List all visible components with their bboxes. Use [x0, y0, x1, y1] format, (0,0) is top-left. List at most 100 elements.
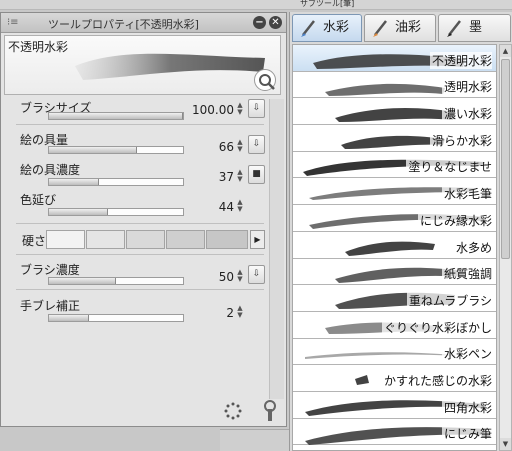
brush-density-slider[interactable] [48, 277, 184, 285]
brush-name: ぐりぐり水彩ぼかし [381, 318, 492, 336]
brush-preview: 不透明水彩 [4, 35, 281, 95]
brush-item[interactable]: 透明水彩 [293, 71, 496, 99]
spin-down[interactable]: ▼ [236, 146, 244, 153]
layer-panel-strip [220, 429, 289, 451]
color-stretch-value[interactable]: 44 [174, 200, 234, 214]
brush-name: 透明水彩 [441, 78, 492, 96]
top-toolbar-strip: サブツール[筆] [0, 0, 512, 10]
brush-name: かすれた感じの水彩 [381, 371, 492, 389]
preview-settings-icon[interactable] [254, 69, 276, 91]
hardness-label: 硬さ [22, 234, 47, 248]
slider-fill [49, 278, 116, 284]
hardness-expand-button[interactable]: ▶ [250, 230, 265, 249]
pressure-settings-button[interactable]: ⇩ [248, 99, 265, 118]
divider [16, 254, 264, 255]
tool-property-panel: ⁝≡ ツールプロパティ[不透明水彩] − ✕ 不透明水彩 ブラシサイズ 100.… [0, 12, 287, 427]
scroll-thumb[interactable] [501, 59, 510, 259]
brush-item[interactable]: 不透明水彩 [293, 45, 496, 72]
brush-list-scrollbar[interactable]: ▲ ▼ [499, 44, 512, 451]
spin-down[interactable]: ▼ [236, 276, 244, 283]
brush-name: 紙質強調 [441, 265, 492, 283]
paint-density-value[interactable]: 37 [174, 170, 234, 184]
brush-name: にじみ筆 [441, 425, 492, 443]
spin-down[interactable]: ▼ [236, 206, 244, 213]
brush-item[interactable]: 水多め [293, 231, 496, 259]
subtool-tab-label[interactable]: サブツール[筆] [300, 0, 420, 8]
brush-name: にじみ縁水彩 [417, 211, 492, 229]
hardness-level-2[interactable] [86, 230, 125, 249]
divider [16, 124, 264, 125]
brush-item[interactable]: 濃い水彩 [293, 98, 496, 126]
brush-list: 不透明水彩透明水彩濃い水彩滑らか水彩塗り＆なじませ水彩毛筆にじみ縁水彩水多め紙質… [292, 44, 497, 451]
brush-size-value[interactable]: 100.00 [174, 103, 234, 117]
preview-brush-name: 不透明水彩 [8, 40, 69, 54]
brush-item[interactable]: 滑らか水彩 [293, 125, 496, 152]
brush-item[interactable]: ぐりぐり水彩ぼかし [293, 311, 496, 339]
oil-brush-icon [373, 20, 387, 37]
stabilization-slider[interactable] [48, 314, 184, 322]
divider [16, 289, 264, 290]
tab-oil[interactable]: 油彩 [364, 14, 436, 42]
subtool-brush-panel: 水彩 油彩 墨 不透明水彩透明水彩濃い水彩滑らか水彩塗り＆なじませ水彩毛筆にじみ… [289, 12, 512, 451]
slider-fill [49, 315, 90, 321]
mode-square-button[interactable]: ■ [248, 165, 265, 184]
scroll-down-button[interactable]: ▼ [500, 438, 511, 450]
prop-label: 絵の具濃度 [20, 163, 81, 177]
stabilization-value[interactable]: 2 [174, 306, 234, 320]
paint-amount-slider[interactable] [48, 146, 184, 154]
tab-label: 油彩 [395, 20, 422, 35]
pressure-settings-button[interactable]: ⇩ [248, 135, 265, 154]
brush-item[interactable]: にじみ筆 [293, 418, 496, 446]
tool-property-scrollbar[interactable] [269, 99, 284, 399]
brush-item[interactable]: 塗り＆なじませ [293, 151, 496, 179]
spin-down[interactable]: ▼ [236, 312, 244, 319]
brush-item[interactable]: かすれた感じの水彩 [293, 365, 496, 392]
brush-item[interactable]: 水彩毛筆 [293, 178, 496, 206]
brush-name: 不透明水彩 [429, 51, 492, 69]
initial-settings-icon[interactable] [224, 402, 242, 420]
brush-name: 水彩毛筆 [441, 185, 492, 203]
prop-label: ブラシ濃度 [20, 263, 80, 277]
tool-property-titlebar[interactable]: ⁝≡ ツールプロパティ[不透明水彩] − ✕ [1, 13, 286, 33]
tool-property-title: ツールプロパティ[不透明水彩] [48, 18, 199, 31]
wrench-icon[interactable] [262, 400, 278, 422]
ink-brush-icon [447, 20, 461, 37]
brush-density-value[interactable]: 50 [174, 270, 234, 284]
brush-name: 水彩ペン [441, 345, 492, 363]
tab-ink[interactable]: 墨 [438, 14, 511, 42]
slider-fill [49, 209, 108, 215]
brush-name: 重ねムラブラシ [406, 291, 492, 309]
divider [16, 223, 264, 224]
brush-item[interactable]: にじみ縁水彩 [293, 205, 496, 232]
brush-item[interactable]: 紙質強調 [293, 258, 496, 286]
brush-size-slider[interactable] [48, 112, 184, 120]
paint-amount-value[interactable]: 66 [174, 140, 234, 154]
hardness-level-3[interactable] [126, 230, 165, 249]
brush-name: 濃い水彩 [441, 105, 492, 123]
prop-label: 手ブレ補正 [20, 299, 81, 313]
spin-down[interactable]: ▼ [236, 176, 244, 183]
brush-item[interactable]: 四角水彩 [293, 391, 496, 419]
paint-density-slider[interactable] [48, 178, 184, 186]
minimize-button[interactable]: − [253, 16, 266, 29]
spin-down[interactable]: ▼ [236, 109, 244, 116]
color-stretch-slider[interactable] [48, 208, 184, 216]
tab-label: 墨 [469, 20, 483, 35]
property-list: ブラシサイズ 100.00 ▲ ▼ ⇩ 絵の具量 66 ▲ ▼ ⇩ 絵の具濃度 … [4, 99, 266, 399]
prop-label: 色延び [20, 193, 57, 207]
slider-fill [49, 179, 99, 185]
pressure-settings-button[interactable]: ⇩ [248, 265, 265, 284]
brush-name: 四角水彩 [441, 398, 492, 416]
brush-name: 塗り＆なじませ [406, 158, 492, 176]
brush-name: 水多め [453, 238, 492, 256]
scroll-up-button[interactable]: ▲ [500, 45, 511, 57]
hardness-level-4[interactable] [166, 230, 205, 249]
brush-item[interactable]: 水彩ペン [293, 338, 496, 366]
tab-watercolor[interactable]: 水彩 [292, 14, 362, 42]
hardness-selector: 硬さ ▶ [4, 227, 266, 251]
hardness-level-1[interactable] [46, 230, 85, 249]
close-button[interactable]: ✕ [269, 16, 282, 29]
brush-item[interactable]: 重ねムラブラシ [293, 285, 496, 312]
hardness-level-5[interactable] [206, 230, 248, 249]
brush-name: 滑らか水彩 [429, 131, 492, 149]
